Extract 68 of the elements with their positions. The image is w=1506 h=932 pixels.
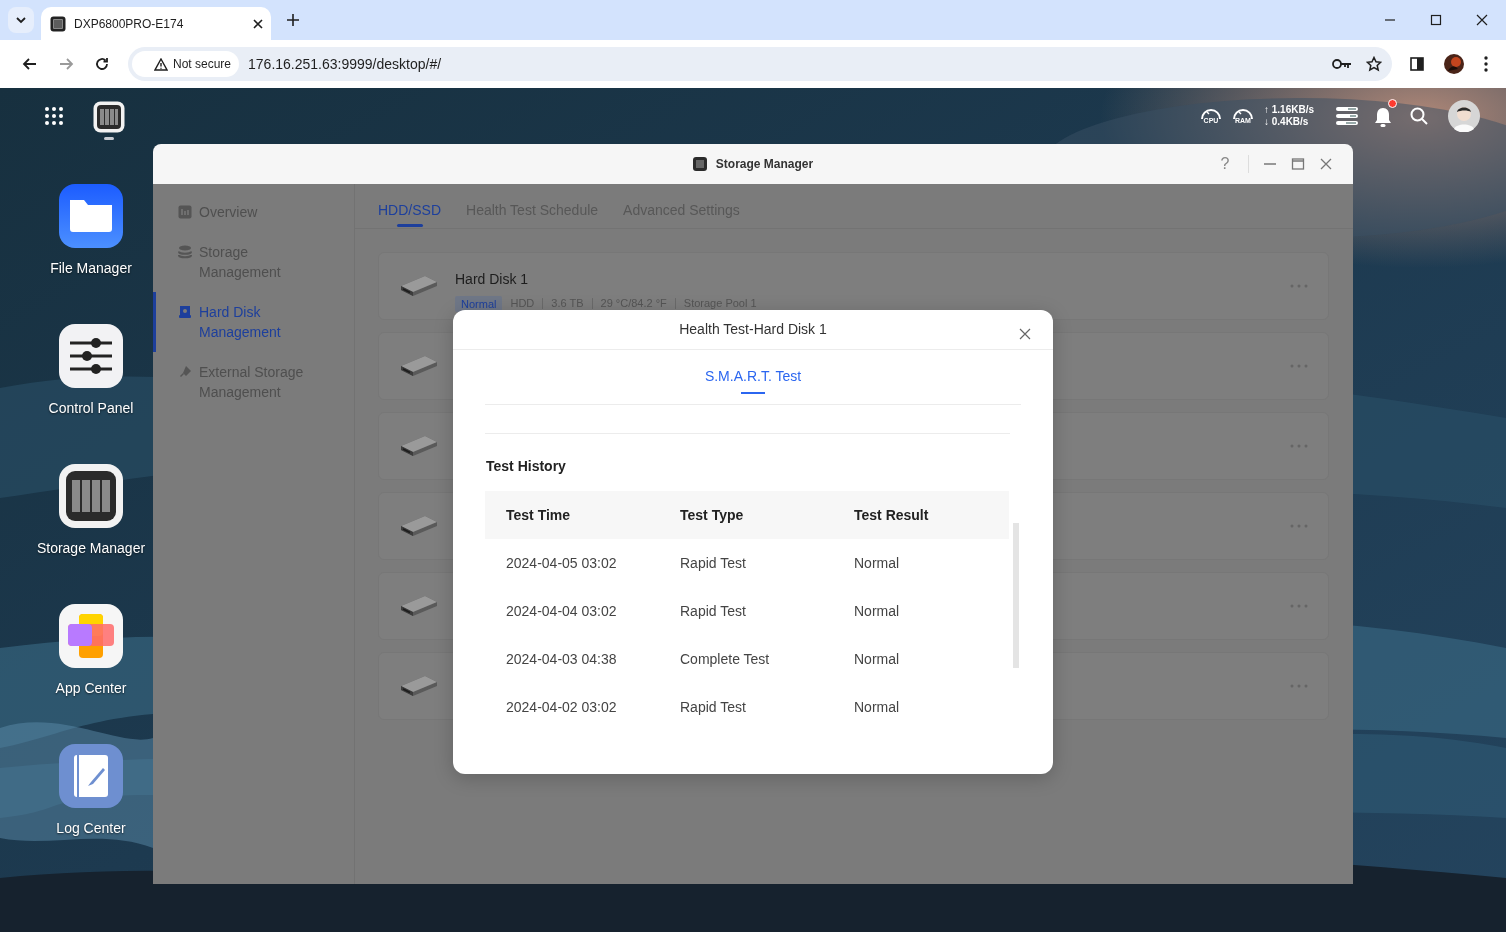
column-header: Test Type bbox=[680, 505, 745, 525]
status-tag: Normal bbox=[455, 295, 503, 312]
active-indicator bbox=[104, 136, 114, 140]
url-text: 176.16.251.63:9999/desktop/#/ bbox=[248, 54, 443, 74]
dialog-title: Health Test-Hard Disk 1 bbox=[679, 320, 827, 339]
tab-title: DXP6800PRO-E174 bbox=[74, 15, 185, 33]
table-cell-text: Complete Test bbox=[680, 649, 771, 669]
window-title: Storage Manager bbox=[715, 156, 814, 173]
table-cell-text: Normal bbox=[854, 697, 901, 717]
maximize-icon[interactable] bbox=[1430, 14, 1442, 26]
column-header: Test Time bbox=[506, 505, 572, 525]
close-icon[interactable] bbox=[253, 18, 263, 29]
favicon-icon bbox=[50, 15, 66, 32]
profile-avatar[interactable] bbox=[1444, 54, 1464, 74]
tab-list-button[interactable] bbox=[8, 7, 34, 33]
table-cell-text: Rapid Test bbox=[680, 553, 747, 573]
app-label[interactable]: Storage Manager bbox=[36, 539, 146, 557]
security-label: Not secure bbox=[173, 56, 232, 73]
more-menu-icon[interactable] bbox=[1484, 56, 1488, 72]
help-button[interactable]: ? bbox=[1216, 152, 1234, 176]
key-icon[interactable] bbox=[1332, 58, 1352, 70]
table-cell-text: Normal bbox=[854, 601, 901, 621]
back-icon[interactable] bbox=[22, 56, 38, 72]
search-icon[interactable] bbox=[1410, 107, 1428, 125]
app-label[interactable]: File Manager bbox=[50, 259, 132, 277]
section-title: Test History bbox=[486, 457, 567, 476]
star-icon[interactable] bbox=[1366, 56, 1382, 72]
table-cell-text: 2024-04-03 04:38 bbox=[506, 649, 618, 669]
app-icon[interactable] bbox=[59, 604, 123, 668]
app-icon bbox=[692, 157, 707, 171]
database-icon bbox=[178, 245, 192, 259]
download-speed: ↓ 0.4KB/s bbox=[1263, 116, 1310, 128]
table-cell-text: Normal bbox=[854, 649, 901, 669]
table-cell-text: Normal bbox=[854, 553, 901, 573]
gauge-icon bbox=[1231, 107, 1254, 120]
app-icon[interactable] bbox=[59, 184, 123, 248]
app-icon[interactable] bbox=[59, 744, 123, 808]
address-bar[interactable]: Not secure 176.16.251.63:9999/desktop/#/ bbox=[128, 47, 1392, 81]
app-label[interactable]: App Center bbox=[55, 679, 127, 697]
warning-icon bbox=[154, 57, 168, 71]
table-cell-text: 2024-04-02 03:02 bbox=[506, 697, 618, 717]
notification-bell-icon[interactable] bbox=[1374, 106, 1392, 127]
tab[interactable]: S.M.A.R.T. Test bbox=[704, 350, 802, 404]
close-icon[interactable] bbox=[1476, 14, 1488, 26]
gauge-icon bbox=[1199, 107, 1222, 120]
column-header: Test Result bbox=[854, 505, 930, 525]
table-cell-text: Rapid Test bbox=[680, 697, 747, 717]
app-icon[interactable] bbox=[59, 464, 123, 528]
scrollbar[interactable] bbox=[1013, 523, 1019, 668]
disk-name: Hard Disk 1 bbox=[455, 269, 530, 289]
chart-icon bbox=[178, 205, 192, 219]
table-cell-text: 2024-04-05 03:02 bbox=[506, 553, 618, 573]
app-grid-icon[interactable] bbox=[44, 106, 64, 126]
upload-speed: ↑ 1.16KB/s bbox=[1263, 104, 1314, 116]
security-chip[interactable]: Not secure bbox=[132, 51, 240, 77]
table-cell-text: 2024-04-04 03:02 bbox=[506, 601, 618, 621]
forward-icon[interactable] bbox=[58, 56, 74, 72]
reload-icon[interactable] bbox=[94, 56, 110, 72]
app-icon[interactable] bbox=[59, 324, 123, 388]
pen-icon bbox=[178, 365, 192, 379]
side-panel-icon[interactable] bbox=[1410, 57, 1424, 71]
app-label[interactable]: Log Center bbox=[56, 819, 126, 837]
storage-status-icon[interactable] bbox=[1336, 107, 1358, 125]
table-cell-text: Rapid Test bbox=[680, 601, 747, 621]
browser-tab[interactable]: DXP6800PRO-E174 bbox=[41, 7, 271, 40]
chevron-down-icon[interactable] bbox=[15, 14, 27, 26]
app-label[interactable]: Control Panel bbox=[48, 399, 134, 417]
user-avatar[interactable] bbox=[1448, 100, 1480, 132]
